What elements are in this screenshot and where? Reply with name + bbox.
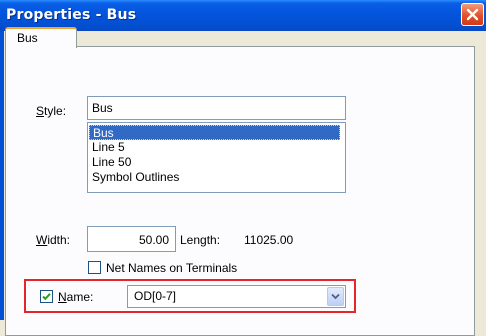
width-input-value: 50.00 [138, 233, 169, 247]
list-item[interactable]: Symbol Outlines [89, 170, 340, 185]
list-item[interactable]: Line 50 [89, 155, 340, 170]
width-input[interactable]: 50.00 [87, 226, 176, 252]
close-button[interactable] [461, 3, 484, 26]
width-label: Width: [36, 233, 71, 247]
name-combobox-value: OD[0-7] [134, 289, 177, 303]
window-title: Properties - Bus [6, 7, 137, 23]
net-names-checkbox[interactable] [88, 261, 101, 274]
checkmark-icon [42, 293, 51, 301]
list-item[interactable]: Bus [89, 125, 340, 140]
name-checkbox[interactable] [40, 290, 53, 303]
style-input-value: Bus [92, 101, 113, 115]
chevron-down-icon [331, 293, 340, 300]
close-icon [466, 8, 479, 21]
name-dropdown-button[interactable] [327, 287, 344, 306]
length-label: Length: [180, 233, 221, 247]
tab-label: Bus [17, 31, 38, 45]
name-combobox[interactable]: OD[0-7] [127, 285, 346, 308]
length-value: 11025.00 [244, 233, 294, 247]
name-label[interactable]: Name: [58, 290, 93, 304]
net-names-label[interactable]: Net Names on Terminals [106, 261, 237, 275]
style-input[interactable]: Bus [87, 96, 346, 120]
style-listbox[interactable]: Bus Line 5 Line 50 Symbol Outlines [87, 122, 346, 193]
list-item[interactable]: Line 5 [89, 140, 340, 155]
tab-bus[interactable]: Bus [5, 27, 77, 48]
style-label: Style: [36, 104, 67, 118]
